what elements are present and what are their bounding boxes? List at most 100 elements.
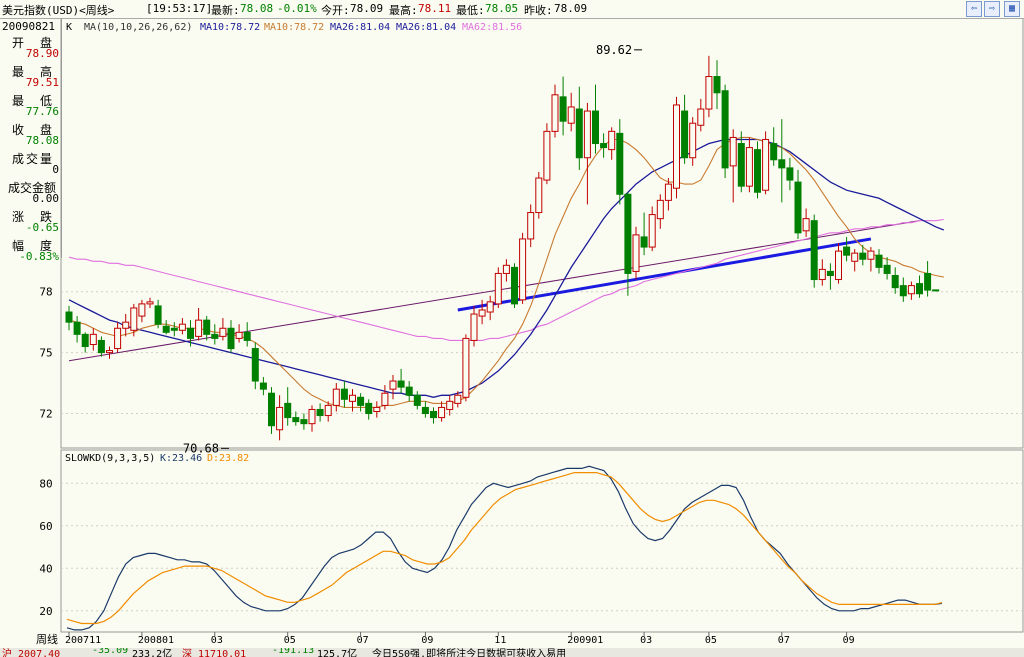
- candle: [616, 119, 624, 205]
- x-tick-label: 03: [640, 635, 652, 646]
- high-value: 78.11: [418, 2, 452, 15]
- candle: [340, 381, 348, 408]
- candle-body-up: [130, 307, 138, 331]
- grid-view-icon[interactable]: ▦: [1004, 1, 1020, 17]
- candle: [478, 299, 486, 325]
- candle: [527, 204, 535, 248]
- candle: [802, 208, 810, 237]
- status-item: 沪 2007.40: [2, 649, 61, 657]
- oscillator-d-value: D:23.82: [207, 453, 249, 464]
- candle: [97, 336, 105, 357]
- k-label: K: [66, 22, 72, 33]
- ma26b-label: MA26:81.04: [396, 22, 456, 33]
- candle-body-down: [357, 396, 365, 406]
- candle: [689, 117, 697, 166]
- candle-body-down: [511, 266, 518, 305]
- quote-value: -0.65: [25, 221, 59, 234]
- candle: [486, 295, 494, 321]
- x-tick-label: 09: [421, 635, 433, 646]
- candle-body-down: [624, 193, 632, 274]
- candle: [195, 307, 203, 341]
- candle: [899, 277, 907, 302]
- ma10a-label: MA10:78.72: [200, 22, 260, 33]
- candle-body-up: [446, 400, 454, 410]
- candle-body-up: [705, 76, 713, 110]
- candle: [227, 320, 235, 353]
- candle-body-up: [608, 130, 616, 151]
- candle: [575, 86, 583, 170]
- candle-body-down: [843, 246, 851, 256]
- candle: [276, 395, 284, 441]
- candle-body-up: [146, 301, 154, 305]
- candle: [916, 275, 923, 298]
- candle-body-up: [276, 406, 284, 431]
- candle-body-down: [770, 143, 778, 161]
- candle-body-up: [349, 394, 356, 402]
- candle: [891, 267, 899, 294]
- status-item: -35.09: [92, 648, 129, 656]
- candle-body-down: [786, 167, 794, 181]
- candle-body-up: [502, 264, 510, 274]
- candle: [583, 102, 591, 205]
- y-tick-label: 72: [39, 408, 52, 421]
- x-tick-label: 200901: [567, 635, 603, 646]
- candle: [713, 60, 721, 110]
- candle: [405, 381, 413, 402]
- candle-body-up: [907, 285, 915, 295]
- prev-close-value: 78.09: [554, 2, 588, 15]
- y-tick-label: 75: [39, 347, 52, 360]
- candle-body-up: [673, 104, 680, 189]
- status-item: 深 11710.01: [182, 649, 247, 657]
- candle: [332, 383, 340, 412]
- candle: [762, 131, 770, 195]
- candle: [122, 314, 130, 337]
- candle: [867, 247, 875, 272]
- candle: [511, 263, 518, 308]
- quote-value: 0: [52, 163, 59, 176]
- grid-layer: [61, 291, 1023, 415]
- candle-body-down: [713, 76, 721, 94]
- x-tick-label: 05: [705, 635, 717, 646]
- back-arrow-icon[interactable]: ⇦: [966, 1, 982, 17]
- candle-body-up: [567, 106, 575, 124]
- candle-body-down: [810, 220, 818, 281]
- candle-body-up: [689, 122, 697, 159]
- ma62-label: MA62:81.56: [462, 22, 522, 33]
- candle-body-down: [97, 339, 105, 354]
- status-item: 233.2亿: [132, 649, 173, 657]
- forward-arrow-icon[interactable]: ⇨: [984, 1, 1000, 17]
- candle: [413, 391, 421, 410]
- x-tick-label: 200801: [138, 635, 174, 646]
- candle-body-up: [195, 319, 203, 337]
- candle: [851, 249, 859, 272]
- osc-y-tick-label: 60: [39, 520, 52, 533]
- candle: [754, 141, 761, 199]
- candle: [681, 94, 689, 164]
- candle-body-up: [583, 110, 591, 159]
- status-item: -191.13: [272, 648, 315, 656]
- candle-body-down: [154, 305, 162, 325]
- candle: [211, 324, 219, 345]
- candle-body-down: [340, 388, 348, 400]
- candle-body-down: [268, 392, 275, 427]
- candle-body-up: [519, 238, 527, 301]
- candle: [462, 334, 470, 402]
- candle-body-up: [114, 327, 122, 350]
- period-label: 周线: [36, 632, 58, 646]
- candle: [308, 405, 316, 432]
- candle-body-down: [284, 402, 292, 419]
- x-tick-label: 07: [357, 635, 369, 646]
- candle-body-up: [835, 250, 842, 281]
- candle-body-up: [745, 147, 753, 187]
- candle-body-up: [454, 394, 462, 404]
- candle: [737, 131, 745, 193]
- latest-value: 78.08: [240, 2, 274, 15]
- candle: [114, 322, 122, 353]
- candle: [778, 119, 786, 203]
- candle-body-down: [251, 348, 259, 382]
- candle-body-down: [316, 408, 324, 417]
- candle: [924, 261, 932, 297]
- candle-body-up: [438, 406, 446, 419]
- candle: [608, 127, 616, 160]
- candle: [656, 194, 664, 229]
